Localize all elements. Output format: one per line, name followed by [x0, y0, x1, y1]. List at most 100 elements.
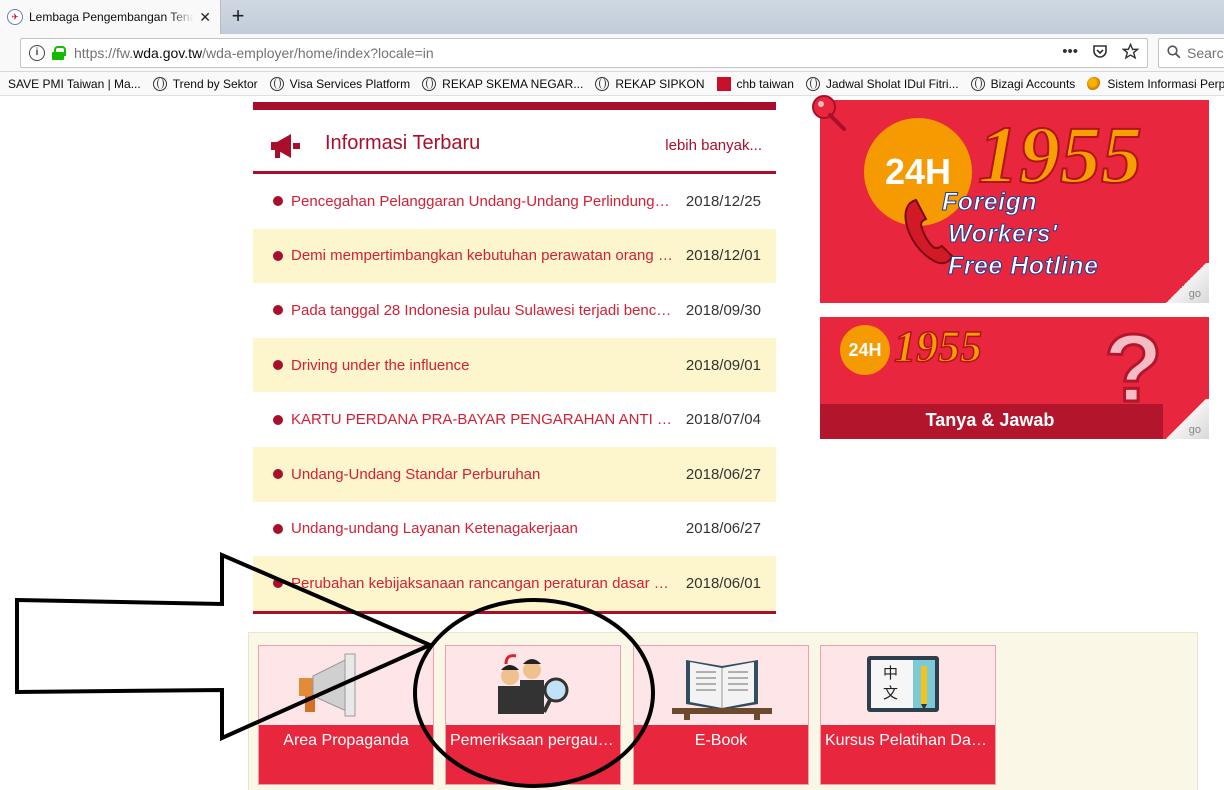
tile-label: Pemeriksaan pergaulan	[450, 732, 619, 749]
news-item-title[interactable]: Undang-undang Layanan Ketenagakerjaan	[291, 520, 675, 537]
news-item[interactable]: KARTU PERDANA PRA-BAYAR PENGARAHAN ANTI …	[253, 392, 776, 447]
site-favicon-icon: ✈	[7, 9, 23, 25]
go-link[interactable]: go	[1189, 424, 1201, 436]
tile-area-propaganda[interactable]: Area Propaganda	[258, 645, 434, 785]
news-item-title[interactable]: Perubahan kebijaksanaan rancangan peratu…	[291, 575, 675, 592]
question-mark-icon: ?	[1103, 317, 1165, 422]
bookmark-item[interactable]: Trend by Sektor	[152, 76, 258, 91]
book-icon	[672, 660, 772, 720]
news-item-title[interactable]: Demi mempertimbangkan kebutuhan perawata…	[291, 247, 675, 264]
hotline-banner[interactable]: 24H 1955 Foreign Workers' Free Hotline g…	[820, 100, 1209, 303]
sio-icon	[1087, 76, 1102, 91]
url-path: /wda-employer/home/index?locale=in	[202, 45, 434, 61]
bookmark-item[interactable]: REKAP SKEMA NEGAR...	[422, 76, 584, 91]
bookmark-item[interactable]: REKAP SIPKON	[595, 76, 705, 91]
bullet-icon	[273, 360, 283, 371]
bullet-icon	[273, 305, 283, 316]
bullet-icon	[273, 578, 283, 589]
bookmark-item[interactable]: chb taiwan	[716, 76, 794, 91]
news-item-title[interactable]: Driving under the influence	[291, 357, 675, 374]
bookmarks-toolbar: SAVE PMI Taiwan | Ma... Trend by Sektor …	[0, 72, 1224, 96]
tile-pemeriksaan[interactable]: Pemeriksaan pergaulan	[445, 645, 621, 785]
chb-icon	[716, 76, 731, 91]
url-text[interactable]: https://fw.wda.gov.tw/wda-employer/home/…	[74, 45, 434, 61]
bullet-icon	[273, 196, 283, 207]
tile-label: E-Book	[694, 732, 748, 749]
news-item-date: 2018/09/01	[685, 356, 761, 374]
news-top-border	[253, 102, 776, 110]
page-curl	[1163, 263, 1209, 303]
navigation-bar: i https://fw.wda.gov.tw/wda-employer/hom…	[0, 34, 1224, 72]
search-placeholder: Search	[1187, 45, 1224, 61]
url-actions: •••	[1062, 42, 1140, 64]
news-item[interactable]: Perubahan kebijaksanaan rancangan peratu…	[253, 556, 776, 611]
globe-icon	[595, 76, 610, 91]
megaphone-icon	[299, 653, 356, 717]
pocket-icon[interactable]	[1092, 43, 1108, 64]
news-item[interactable]: Pencegahan Pelanggaran Undang-Undang Per…	[253, 174, 776, 229]
bookmark-label: Visa Services Platform	[289, 76, 411, 91]
tile-label: Area Propaganda	[283, 732, 409, 749]
bookmark-item[interactable]: Visa Services Platform	[269, 76, 411, 91]
tab-bar: ✈ Lembaga Pengembangan Tenaga ✕ +	[0, 0, 1224, 34]
tab-title: Lembaga Pengembangan Tenaga	[29, 10, 194, 24]
page-actions-menu-icon[interactable]: •••	[1062, 43, 1078, 64]
tile-kursus[interactable]: 中 文 Kursus Pelatihan Dasar	[820, 645, 996, 785]
new-tab-button[interactable]: +	[227, 4, 249, 28]
browser-tab[interactable]: ✈ Lembaga Pengembangan Tenaga ✕	[0, 0, 221, 34]
qa-24h-badge: 24H	[840, 325, 890, 375]
site-info-icon[interactable]: i	[29, 45, 45, 61]
more-news-link[interactable]: lebih banyak...	[665, 137, 762, 154]
lock-icon	[52, 46, 66, 60]
search-input[interactable]: Search	[1158, 38, 1224, 68]
bookmark-star-icon[interactable]	[1121, 42, 1140, 64]
bullet-icon	[273, 414, 283, 425]
megaphone-icon	[271, 134, 300, 158]
pushpin-icon	[812, 95, 846, 131]
course-char-1: 中	[883, 664, 898, 682]
bookmark-item[interactable]: SAVE PMI Taiwan | Ma...	[8, 77, 141, 91]
url-prefix: https://fw.	[74, 45, 134, 61]
page-curl	[1163, 399, 1209, 439]
news-title: Informasi Terbaru	[325, 132, 481, 154]
bookmark-item[interactable]: Jadwal Sholat IDul Fitri...	[805, 76, 959, 91]
bookmark-item[interactable]: Bizagi Accounts	[970, 76, 1076, 91]
course-icon: 中 文	[867, 656, 939, 712]
address-bar[interactable]: i https://fw.wda.gov.tw/wda-employer/hom…	[20, 38, 1148, 68]
news-item-date: 2018/06/01	[685, 574, 761, 592]
news-item[interactable]: Driving under the influence 2018/09/01	[253, 337, 776, 393]
go-link[interactable]: go	[1189, 288, 1201, 300]
news-item[interactable]: Pada tanggal 28 Indonesia pulau Sulawesi…	[253, 283, 776, 338]
bookmark-label: REKAP SKEMA NEGAR...	[442, 76, 584, 91]
globe-icon	[805, 76, 820, 91]
qa-banner[interactable]: 24H 1955 ? Tanya & Jawab go	[820, 317, 1209, 439]
news-item[interactable]: Undang-Undang Standar Perburuhan 2018/06/…	[253, 446, 776, 502]
globe-icon	[269, 76, 284, 91]
close-tab-icon[interactable]: ✕	[199, 9, 211, 26]
news-item-title[interactable]: Undang-Undang Standar Perburuhan	[291, 466, 675, 483]
news-item-date: 2018/12/01	[685, 247, 761, 265]
bookmark-label: SAVE PMI Taiwan | Ma...	[8, 76, 141, 91]
news-item-title[interactable]: Pada tanggal 28 Indonesia pulau Sulawesi…	[291, 302, 675, 319]
tile-label: Kursus Pelatihan Dasar	[825, 732, 994, 749]
bookmark-item[interactable]: Sistem Informasi Perp...	[1087, 76, 1224, 91]
news-item[interactable]: Undang-undang Layanan Ketenagakerjaan 201…	[253, 502, 776, 557]
hotline-line1: Foreign	[941, 188, 1038, 217]
globe-icon	[152, 76, 167, 91]
news-panel: Informasi Terbaru lebih banyak... Penceg…	[253, 102, 776, 614]
hotline-line3: Free Hotline	[947, 252, 1099, 281]
globe-icon	[422, 76, 437, 91]
news-item[interactable]: Demi mempertimbangkan kebutuhan perawata…	[253, 228, 776, 284]
qa-label: Tanya & Jawab	[925, 410, 1055, 430]
bookmark-label: Bizagi Accounts	[990, 76, 1076, 91]
bookmark-label: REKAP SIPKON	[615, 76, 705, 91]
bullet-icon	[273, 250, 283, 261]
news-item-date: 2018/06/27	[685, 465, 761, 483]
hotline-line2: Workers'	[948, 220, 1058, 249]
news-item-title[interactable]: KARTU PERDANA PRA-BAYAR PENGARAHAN ANTI …	[291, 411, 675, 428]
news-item-title[interactable]: Pencegahan Pelanggaran Undang-Undang Per…	[291, 193, 675, 210]
bookmark-label: Trend by Sektor	[172, 76, 258, 91]
qa-number: 1955	[893, 321, 983, 372]
tile-e-book[interactable]: E-Book	[633, 645, 809, 785]
news-item-date: 2018/09/30	[685, 301, 761, 319]
